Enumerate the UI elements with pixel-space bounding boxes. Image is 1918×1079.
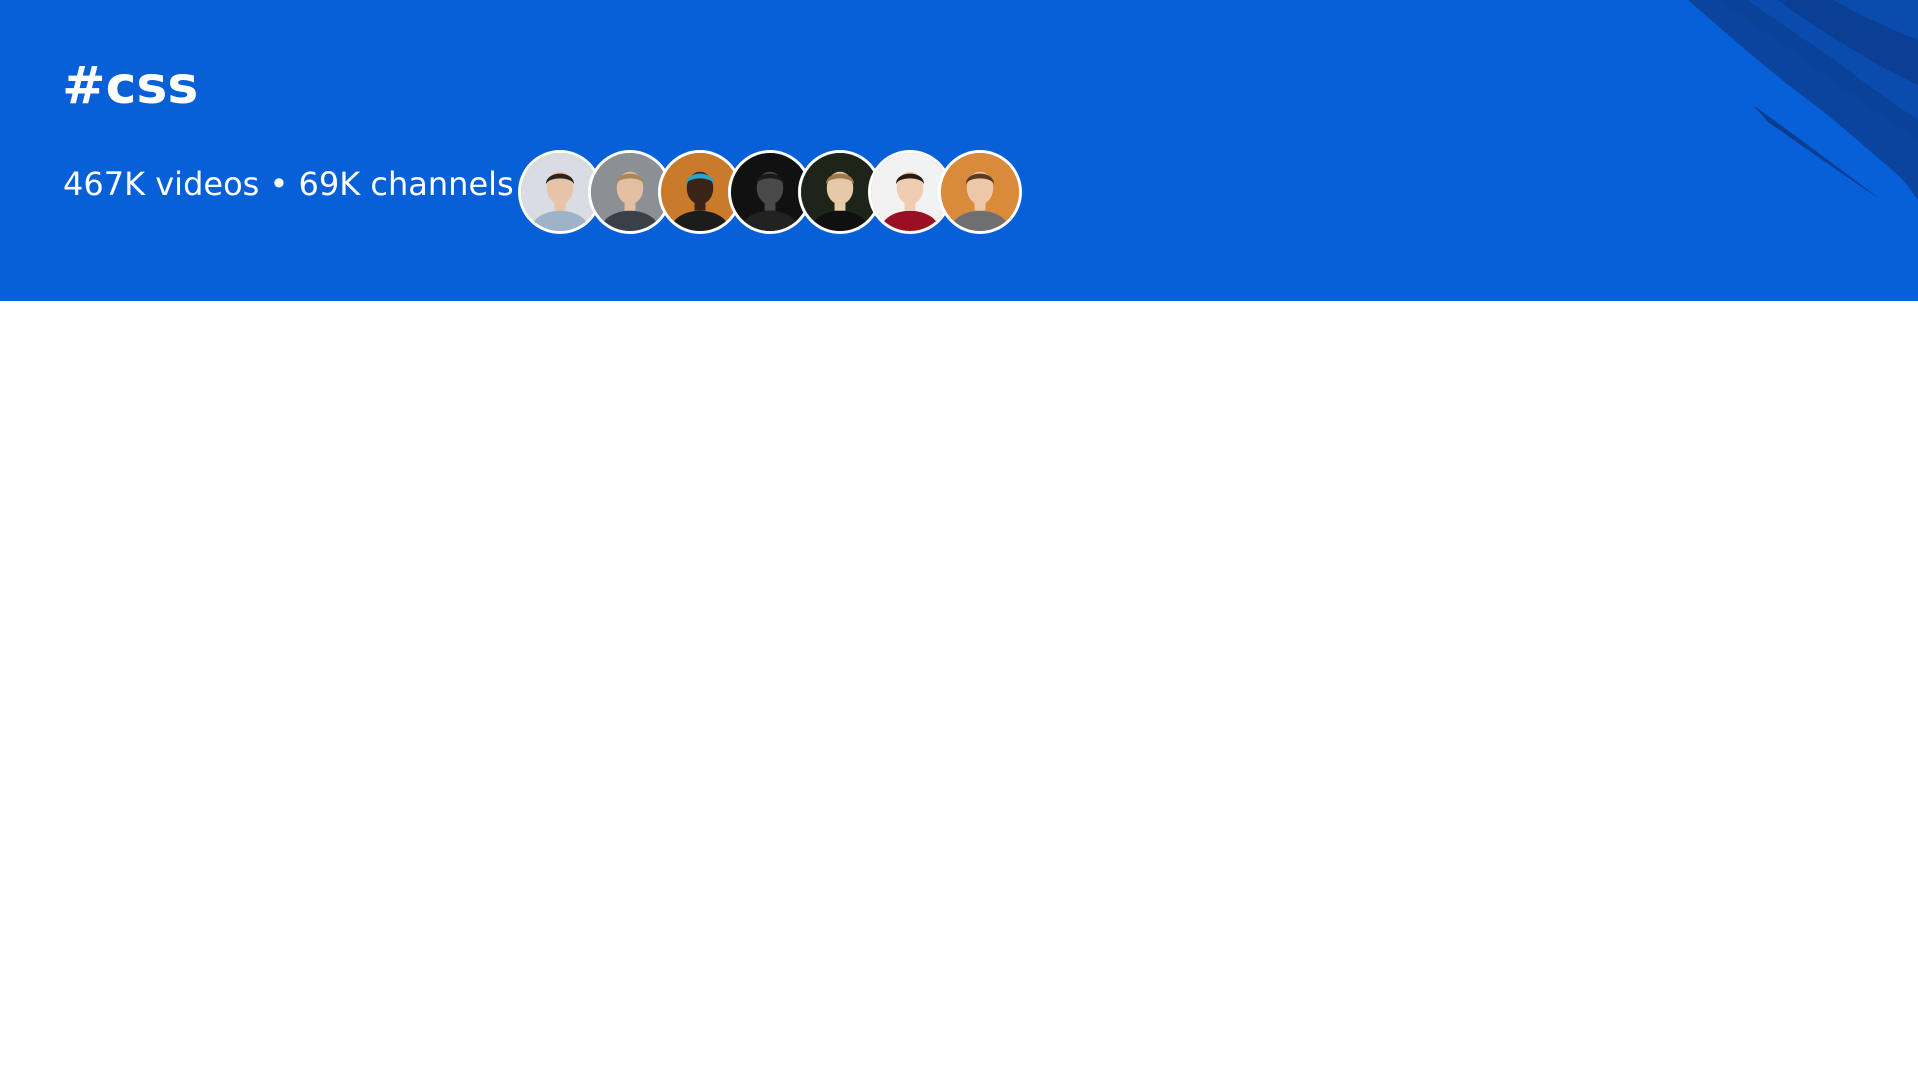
brush-stroke-decoration [1688, 0, 1918, 200]
channel-avatar[interactable] [937, 150, 1022, 234]
hashtag-stats-row: 467K videos • 69K channels [63, 146, 1022, 238]
hashtag-header-banner: #css 467K videos • 69K channels [0, 0, 1918, 301]
hashtag-title: #css [62, 56, 199, 116]
person-avatar-icon [940, 153, 1019, 231]
hashtag-stats: 467K videos • 69K channels [63, 165, 514, 203]
channel-avatar-stack [517, 150, 1022, 234]
